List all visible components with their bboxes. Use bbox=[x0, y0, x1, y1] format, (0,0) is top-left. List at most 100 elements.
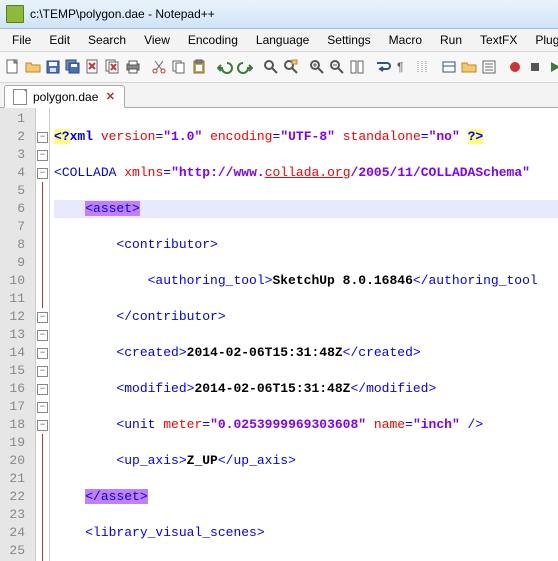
fold-line bbox=[42, 524, 43, 542]
copy-button[interactable] bbox=[170, 56, 188, 78]
line-number: 11 bbox=[0, 290, 25, 308]
document-icon bbox=[13, 89, 27, 105]
menu-view[interactable]: View bbox=[136, 31, 178, 49]
menu-file[interactable]: File bbox=[4, 31, 39, 49]
fold-line bbox=[42, 470, 43, 488]
replace-button[interactable] bbox=[282, 56, 300, 78]
macro-play-button[interactable] bbox=[546, 56, 558, 78]
save-all-button[interactable] bbox=[64, 56, 82, 78]
fold-line bbox=[42, 290, 43, 308]
line-number: 1 bbox=[0, 110, 25, 128]
fold-toggle[interactable]: − bbox=[37, 348, 48, 359]
menu-plugins[interactable]: Plugins bbox=[527, 31, 558, 49]
fold-line bbox=[42, 218, 43, 236]
toolbar: ¶ bbox=[0, 52, 558, 83]
doc-list-button[interactable] bbox=[480, 56, 498, 78]
line-number: 4 bbox=[0, 164, 25, 182]
macro-record-button[interactable] bbox=[506, 56, 524, 78]
undo-button[interactable] bbox=[216, 56, 234, 78]
folder-button[interactable] bbox=[460, 56, 478, 78]
line-number: 5 bbox=[0, 182, 25, 200]
wordwrap-button[interactable] bbox=[374, 56, 392, 78]
line-number: 14 bbox=[0, 344, 25, 362]
fold-line bbox=[42, 434, 43, 452]
new-file-button[interactable] bbox=[4, 56, 22, 78]
print-button[interactable] bbox=[124, 56, 142, 78]
close-file-button[interactable] bbox=[84, 56, 102, 78]
tab-active[interactable]: polygon.dae ✕ bbox=[4, 85, 125, 108]
line-number: 2 bbox=[0, 128, 25, 146]
zoom-in-button[interactable] bbox=[308, 56, 326, 78]
editor[interactable]: 1 2 3 4 5 6 7 8 9 10 11 12 13 14 15 16 1… bbox=[0, 108, 558, 561]
app-icon bbox=[6, 5, 24, 23]
line-number: 21 bbox=[0, 470, 25, 488]
line-number: 23 bbox=[0, 506, 25, 524]
menubar: File Edit Search View Encoding Language … bbox=[0, 29, 558, 52]
fold-line bbox=[42, 506, 43, 524]
line-number: 17 bbox=[0, 398, 25, 416]
line-number-gutter: 1 2 3 4 5 6 7 8 9 10 11 12 13 14 15 16 1… bbox=[0, 108, 36, 561]
line-number: 9 bbox=[0, 254, 25, 272]
fold-line bbox=[42, 182, 43, 200]
line-number: 18 bbox=[0, 416, 25, 434]
tab-label: polygon.dae bbox=[33, 90, 98, 104]
find-button[interactable] bbox=[262, 56, 280, 78]
menu-run[interactable]: Run bbox=[432, 31, 470, 49]
fold-toggle[interactable]: − bbox=[37, 384, 48, 395]
fold-line bbox=[42, 200, 43, 218]
line-number: 7 bbox=[0, 218, 25, 236]
line-number: 13 bbox=[0, 326, 25, 344]
fold-toggle[interactable]: − bbox=[37, 132, 48, 143]
line-number: 12 bbox=[0, 308, 25, 326]
paste-button[interactable] bbox=[190, 56, 208, 78]
menu-search[interactable]: Search bbox=[80, 31, 134, 49]
fold-toggle[interactable]: − bbox=[37, 420, 48, 431]
line-number: 24 bbox=[0, 524, 25, 542]
save-button[interactable] bbox=[44, 56, 62, 78]
fold-line bbox=[42, 236, 43, 254]
code-area[interactable]: <?xml version="1.0" encoding="UTF-8" sta… bbox=[50, 108, 558, 561]
indent-guide-button[interactable] bbox=[414, 56, 432, 78]
fold-line bbox=[42, 452, 43, 470]
fold-line bbox=[42, 272, 43, 290]
menu-macro[interactable]: Macro bbox=[381, 31, 430, 49]
tabbar: polygon.dae ✕ bbox=[0, 83, 558, 108]
cut-button[interactable] bbox=[150, 56, 168, 78]
lang-button[interactable] bbox=[440, 56, 458, 78]
menu-encoding[interactable]: Encoding bbox=[180, 31, 246, 49]
redo-button[interactable] bbox=[236, 56, 254, 78]
line-number: 8 bbox=[0, 236, 25, 254]
fold-line bbox=[42, 488, 43, 506]
open-file-button[interactable] bbox=[24, 56, 42, 78]
fold-line bbox=[42, 542, 43, 560]
line-number: 16 bbox=[0, 380, 25, 398]
fold-toggle[interactable]: − bbox=[37, 330, 48, 341]
menu-language[interactable]: Language bbox=[248, 31, 317, 49]
line-number: 19 bbox=[0, 434, 25, 452]
fold-toggle[interactable]: − bbox=[37, 402, 48, 413]
sync-vscroll-button[interactable] bbox=[348, 56, 366, 78]
tab-close-button[interactable]: ✕ bbox=[104, 91, 116, 103]
menu-edit[interactable]: Edit bbox=[41, 31, 78, 49]
line-number: 20 bbox=[0, 452, 25, 470]
app-window: c:\TEMP\polygon.dae - Notepad++ File Edi… bbox=[0, 0, 558, 561]
line-number: 10 bbox=[0, 272, 25, 290]
close-all-button[interactable] bbox=[104, 56, 122, 78]
fold-toggle[interactable]: − bbox=[37, 366, 48, 377]
fold-line bbox=[42, 254, 43, 272]
line-number: 25 bbox=[0, 542, 25, 560]
svg-text:¶: ¶ bbox=[397, 60, 403, 74]
line-number: 15 bbox=[0, 362, 25, 380]
window-title: c:\TEMP\polygon.dae - Notepad++ bbox=[30, 7, 215, 21]
menu-textfx[interactable]: TextFX bbox=[472, 31, 525, 49]
macro-stop-button[interactable] bbox=[526, 56, 544, 78]
menu-settings[interactable]: Settings bbox=[319, 31, 378, 49]
line-number: 6 bbox=[0, 200, 25, 218]
show-all-chars-button[interactable]: ¶ bbox=[394, 56, 412, 78]
zoom-out-button[interactable] bbox=[328, 56, 346, 78]
fold-margin: − − − − − − − − − − bbox=[36, 108, 50, 561]
fold-toggle[interactable]: − bbox=[37, 150, 48, 161]
fold-toggle[interactable]: − bbox=[37, 168, 48, 179]
fold-toggle[interactable]: − bbox=[37, 312, 48, 323]
line-number: 22 bbox=[0, 488, 25, 506]
